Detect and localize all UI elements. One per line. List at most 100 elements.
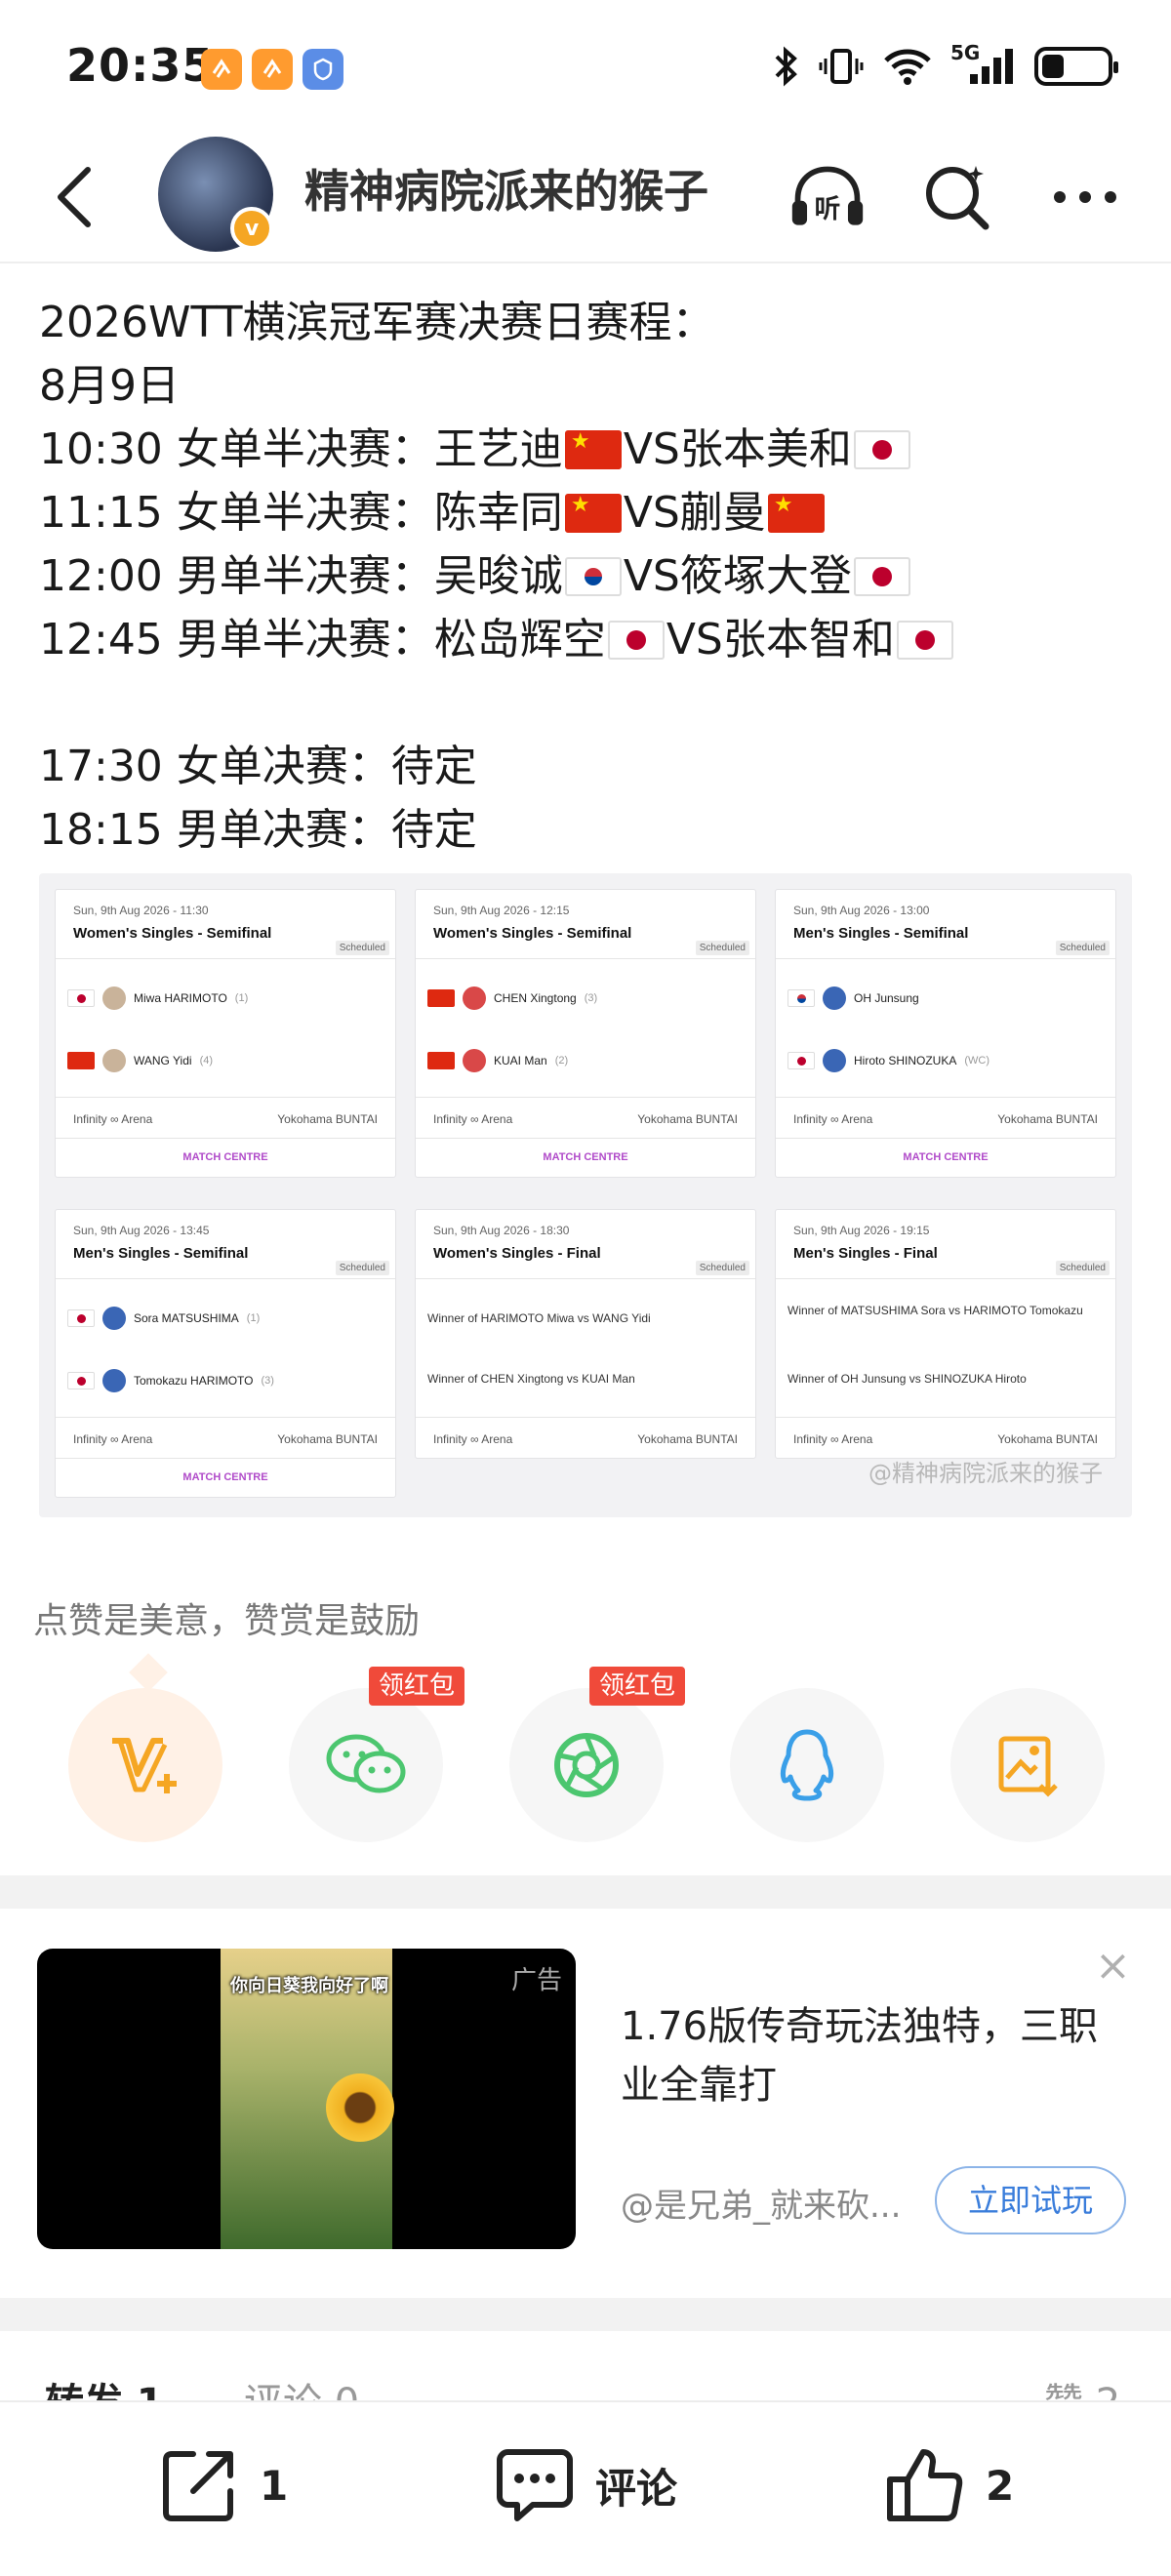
wifi-icon <box>884 49 931 85</box>
post-image[interactable]: Sun, 9th Aug 2026 - 11:30 Women's Single… <box>39 873 1132 1517</box>
player-name: Tomokazu HARIMOTO <box>134 1374 254 1388</box>
match-time: 12:00 <box>39 551 163 601</box>
match-event: 男单半决赛： <box>176 551 434 601</box>
vs-label: VS <box>623 424 680 474</box>
match-centre-link: MATCH CENTRE <box>182 1151 268 1163</box>
venue-city: Yokohama BUNTAI <box>637 1112 738 1126</box>
player-seed: (4) <box>199 1055 214 1067</box>
japan-flag-icon <box>787 1052 815 1069</box>
sunflower-image <box>326 2073 394 2142</box>
match-title: Men's Singles - Final <box>793 1245 938 1262</box>
player-name: 筱塚大登 <box>679 551 852 601</box>
moments-aperture-icon <box>554 1733 619 1797</box>
back-button[interactable] <box>35 158 113 236</box>
share-row: 领红包 领红包 <box>0 1667 1171 1844</box>
winner-placeholder: Winner of HARIMOTO Miwa vs WANG Yidi <box>427 1311 651 1325</box>
player-row: Sora MATSUSHIMA (1) <box>67 1306 260 1331</box>
player-row: CHEN Xingtong (3) <box>427 986 597 1011</box>
match-centre-link: MATCH CENTRE <box>903 1151 989 1163</box>
match-date: Sun, 9th Aug 2026 - 13:45 <box>73 1224 210 1237</box>
match-title: Women's Singles - Final <box>433 1245 601 1262</box>
vs-label: VS <box>666 615 723 664</box>
match-title: Women's Singles - Semifinal <box>73 925 272 942</box>
status-indicators: 5G <box>771 41 1118 88</box>
wechat-icon <box>326 1734 406 1793</box>
player-name: OH Junsung <box>854 991 919 1005</box>
player-name: 张本智和 <box>722 615 895 664</box>
qq-penguin-icon <box>780 1729 834 1801</box>
cellular-signal: 5G <box>950 41 1017 88</box>
player-avatar <box>102 986 126 1010</box>
japan-flag-icon <box>67 1372 95 1389</box>
wechat-share-button[interactable] <box>289 1688 443 1842</box>
more-dots-icon <box>1054 191 1116 203</box>
venue-city: Yokohama BUNTAI <box>277 1432 378 1446</box>
moments-share-button[interactable] <box>509 1688 664 1842</box>
search-button[interactable] <box>917 158 995 236</box>
reward-button[interactable] <box>68 1688 222 1842</box>
ad-source: @是兄弟_就来砍... <box>621 2187 902 2226</box>
player-seed: (1) <box>246 1312 261 1324</box>
match-title: Men's Singles - Semifinal <box>73 1245 249 1262</box>
player-name: WANG Yidi <box>134 1054 192 1067</box>
headphones-listen-icon: 听 <box>791 166 864 225</box>
match-time: 11:15 <box>39 488 163 538</box>
schedule-line: 12:45 男单半决赛：松岛辉空 VS张本智和 <box>39 608 1142 671</box>
ad-title[interactable]: 1.76版传奇玩法独特，三职业全靠打 <box>621 1997 1128 2114</box>
match-date: Sun, 9th Aug 2026 - 13:00 <box>793 904 930 917</box>
china-flag-icon <box>564 494 622 533</box>
venue-city: Yokohama BUNTAI <box>997 1432 1098 1446</box>
back-arrow-icon <box>58 167 91 227</box>
try-now-button[interactable]: 立即试玩 <box>935 2166 1126 2234</box>
player-avatar <box>463 1049 486 1072</box>
share-button[interactable]: 1 <box>158 2441 288 2529</box>
status-badge: Scheduled <box>1055 1261 1110 1275</box>
match-card: Sun, 9th Aug 2026 - 19:15 Men's Singles … <box>775 1209 1116 1459</box>
match-event: 女单半决赛： <box>176 424 434 474</box>
match-date: Sun, 9th Aug 2026 - 19:15 <box>793 1224 930 1237</box>
vs-label: VS <box>623 488 680 538</box>
close-icon[interactable]: × <box>1095 1945 1131 1988</box>
japan-flag-icon <box>853 557 910 596</box>
match-card: Sun, 9th Aug 2026 - 18:30 Women's Single… <box>415 1209 756 1459</box>
like-button[interactable]: 2 <box>884 2441 1014 2529</box>
app-notification-icon <box>252 49 293 90</box>
player-row: Hiroto SHINOZUKA (WC) <box>787 1048 989 1073</box>
ad-card[interactable]: 你向日葵我向好了啊 广告 1.76版传奇玩法独特，三职业全靠打 @是兄弟_就来砍… <box>0 1908 1171 2298</box>
player-seed: (3) <box>584 992 598 1004</box>
japan-flag-icon <box>896 621 953 660</box>
listen-button[interactable]: 听 <box>788 158 867 236</box>
qq-share-button[interactable] <box>730 1688 884 1842</box>
status-badge: Scheduled <box>335 941 389 955</box>
red-packet-tag: 领红包 <box>589 1667 686 1706</box>
author-name[interactable]: 精神病院派来的猴子 <box>304 156 708 221</box>
share-arrow-icon <box>163 2451 233 2521</box>
ad-video-caption: 你向日葵我向好了啊 <box>230 1976 388 1996</box>
status-badge: Scheduled <box>335 1261 389 1275</box>
save-image-button[interactable] <box>950 1688 1105 1842</box>
venue: Infinity ∞ Arena <box>433 1432 513 1446</box>
more-button[interactable] <box>1046 158 1124 236</box>
ad-video[interactable]: 你向日葵我向好了啊 广告 <box>37 1949 576 2249</box>
player-row: OH Junsung <box>787 986 927 1011</box>
venue: Infinity ∞ Arena <box>73 1432 153 1446</box>
match-card: Sun, 9th Aug 2026 - 11:30 Women's Single… <box>55 889 396 1178</box>
post-date-line: 8月9日 <box>39 361 180 411</box>
player-row: Tomokazu HARIMOTO (3) <box>67 1368 274 1393</box>
schedule-line: 10:30 女单半决赛：王艺迪 VS张本美和 <box>39 418 1142 481</box>
comment-button[interactable]: 评论 <box>494 2441 677 2529</box>
image-watermark: @精神病院派来的猴子 <box>868 1460 1103 1487</box>
match-card: Sun, 9th Aug 2026 - 12:15 Women's Single… <box>415 889 756 1178</box>
player-row: KUAI Man (2) <box>427 1048 568 1073</box>
vs-label: VS <box>623 551 680 601</box>
status-badge: Scheduled <box>695 941 749 955</box>
match-event: 男单半决赛： <box>176 615 434 664</box>
red-packet-tag: 领红包 <box>369 1667 465 1706</box>
section-divider <box>0 2298 1171 2331</box>
battery-icon <box>1034 47 1118 86</box>
status-badge: Scheduled <box>695 1261 749 1275</box>
like-count: 2 <box>986 2461 1015 2510</box>
player-avatar <box>823 986 846 1010</box>
match-centre-link: MATCH CENTRE <box>182 1471 268 1483</box>
winner-placeholder: Winner of OH Junsung vs SHINOZUKA Hiroto <box>787 1372 1027 1386</box>
